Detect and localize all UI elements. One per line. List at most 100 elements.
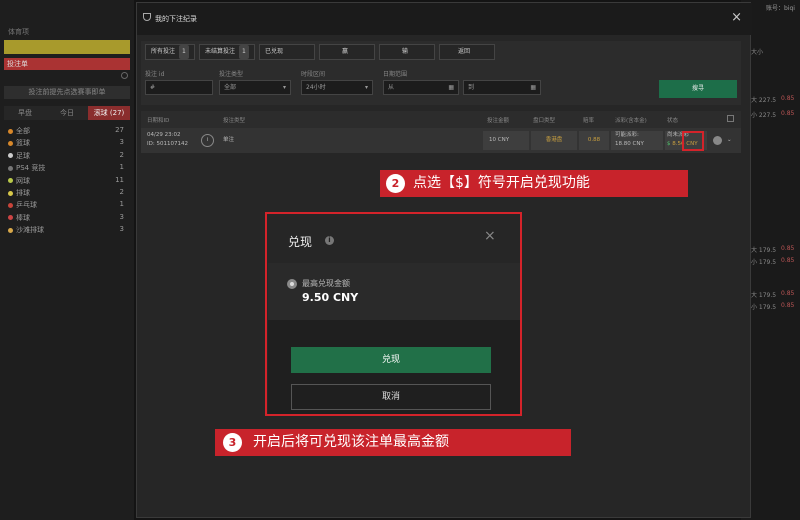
close-icon[interactable]: × [731,10,742,25]
sport-name: 排球 [8,188,30,199]
sport-icon [8,153,13,159]
time-range-select[interactable]: 24小时 ▾ [301,80,373,95]
sport-count: 3 [119,212,124,221]
sport-icon [8,227,13,233]
bet-type-value: 全部 [224,84,237,91]
col-odds: 赔率 [583,118,595,124]
search-button[interactable]: 搜寻 [659,80,737,98]
callout-text: 点选【$】符号开启兑现功能 [413,175,590,191]
tab-unsettled[interactable]: 未结算投注 1 [199,44,255,60]
modal-title: 我的下注纪录 [155,15,197,23]
sport-icon [8,165,13,171]
chevron-down-icon: ▾ [364,84,368,91]
bet-type-label: 投注类型 [219,71,244,78]
sport-item[interactable]: PS4 竞技 1 [8,163,124,174]
sport-count: 2 [119,150,124,159]
odds-label[interactable]: 小 227.5 [751,110,776,119]
sport-label: 排球 [16,189,30,197]
odds-label[interactable]: 大 179.5 [751,245,776,254]
date-to-placeholder: 到 [468,84,475,91]
sport-item[interactable]: 排球 2 [8,188,124,199]
sport-label: 沙滩排球 [16,226,44,235]
sport-label: 篮球 [16,139,30,148]
sport-count: 2 [119,188,124,196]
time-range-label: 时段区间 [301,71,326,78]
sport-item[interactable]: 全部 27 [8,126,124,137]
tab-label: 未结算投注 [205,48,236,55]
sport-item[interactable]: 乒乓球 1 [8,200,124,211]
dollar-icon[interactable]: $ [667,141,671,147]
tab-all-bets[interactable]: 所有投注 1 [145,44,195,60]
sport-count: 27 [115,126,124,134]
sports-sidebar: 体育项 投注单 投注前提先点选赛事即单 早盘 今日 滚球 (27) 全部 27 篮球… [0,0,134,520]
tab-live[interactable]: 滚球 (27) [88,106,130,120]
bet-id-label: 投注 id [145,71,165,78]
bet-id-input[interactable]: # [145,80,213,95]
sport-item[interactable]: 网球 11 [8,176,124,187]
date-to-input[interactable]: 到 ▦ [463,80,541,95]
tab-today[interactable]: 今日 [46,106,88,120]
sport-icon [8,140,13,146]
sport-icon [8,202,13,208]
odds-value[interactable]: 0.85 [781,257,794,264]
odds-label[interactable]: 大 179.5 [751,290,776,299]
odds-label[interactable]: 大 227.5 [751,95,776,104]
callout-step-3: 3 开启后将可兑现该注单最高金额 [215,429,571,456]
sport-item[interactable]: 足球 2 [8,151,124,162]
odds-value[interactable]: 0.85 [781,302,794,309]
chevron-down-icon[interactable]: ⌄ [727,131,732,150]
bet-type: 单注 [223,137,235,143]
odds-value[interactable]: 0.85 [781,245,794,252]
sport-name: 乒乓球 [8,200,37,211]
bet-type-select[interactable]: 全部 ▾ [219,80,291,95]
odds-value[interactable]: 0.85 [781,110,794,117]
bet-slip-tab[interactable]: 投注单 [4,58,130,70]
odds-label[interactable]: 小 179.5 [751,302,776,311]
calendar-icon: ▦ [530,84,536,91]
col-stake: 投注金额 [487,118,510,124]
sport-label: 足球 [16,151,30,160]
col-bet-type: 投注类型 [223,118,246,124]
promo-button[interactable]: 投注前提先点选赛事即单 [4,86,130,99]
sport-name: 全部 [8,126,30,137]
tab-cashed-out[interactable]: 已兑现 [259,44,315,60]
sport-item[interactable]: 棒球 3 [8,213,124,224]
sport-label: 乒乓球 [16,201,37,210]
tab-count: 1 [239,45,249,59]
bet-date: 04/29 23:02 [147,132,181,138]
step-number: 2 [386,174,405,193]
tab-lost[interactable]: 输 [379,44,435,60]
odds-label[interactable]: 小 179.5 [751,257,776,266]
odds-value[interactable]: 0.85 [781,95,794,102]
tab-label: 所有投注 [151,48,176,55]
col-date-id: 日期和ID [147,118,170,124]
odds-header: 大小 [751,49,764,56]
sport-icon [8,190,13,196]
info-icon[interactable]: i [201,134,214,147]
modal-header: 我的下注纪录 × [137,3,752,35]
callout-step-2: 2 点选【$】符号开启兑现功能 [380,170,688,197]
tab-early[interactable]: 早盘 [4,106,46,120]
date-from-input[interactable]: 从 ▦ [383,80,459,95]
sidebar-header: 体育项 [8,28,29,36]
sport-icon [8,178,13,184]
payout-label: 可能派彩: [615,132,639,138]
calendar-icon: ▦ [448,84,454,91]
time-range-value: 24小时 [306,84,326,91]
sport-name: 棒球 [8,213,30,224]
settings-icon[interactable] [727,115,734,122]
tab-returned[interactable]: 返回 [439,44,495,60]
table-row: 04/29 23:02 ID: 501107142 i 单注 10 CNY 香港… [141,128,741,153]
sport-count: 1 [119,163,124,172]
sport-label: PS4 竞技 [16,164,46,173]
clock-icon [713,136,722,145]
col-payout: 派彩(含本金) [615,118,647,124]
sport-item[interactable]: 篮球 3 [8,138,124,149]
odds-value[interactable]: 0.85 [781,290,794,297]
sport-count: 1 [119,200,124,209]
sport-label: 棒球 [16,213,30,222]
tab-count: 1 [179,45,189,59]
filter-panel: 所有投注 1 未结算投注 1 已兑现 赢 输 返回 投注 id # 投注类型 全部 ▾… [141,41,741,105]
sport-item[interactable]: 沙滩排球 3 [8,225,124,236]
tab-won[interactable]: 赢 [319,44,375,60]
